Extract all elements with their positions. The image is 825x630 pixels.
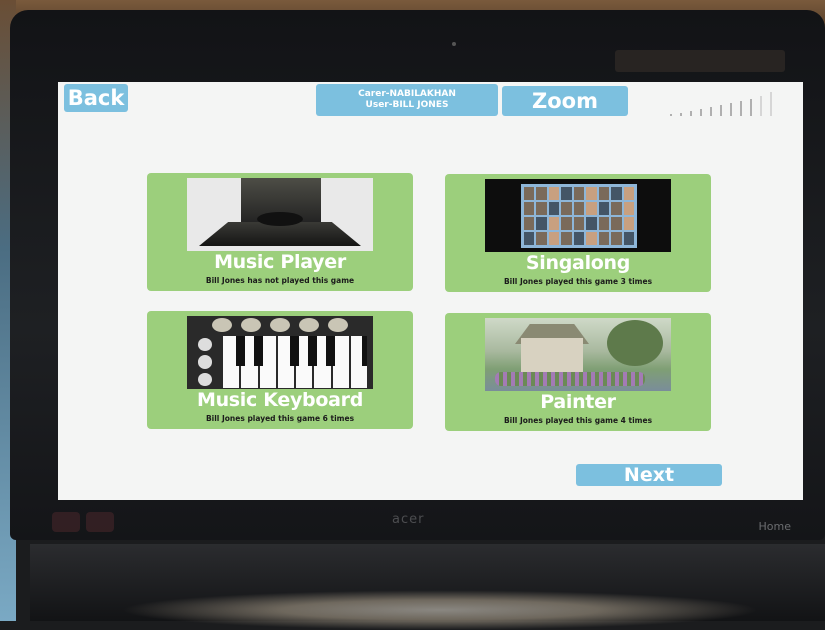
piano-keyboard-image <box>187 316 373 389</box>
game-tile-music-player[interactable]: Music Player Bill Jones has not played t… <box>147 173 413 291</box>
volume-bar <box>770 92 772 116</box>
zoom-button[interactable]: Zoom <box>502 86 628 116</box>
home-hardware-button[interactable]: Home <box>759 520 791 533</box>
volume-bar <box>710 107 712 116</box>
photo-grid-image <box>485 179 671 252</box>
volume-bar <box>680 113 682 116</box>
volume-bar <box>760 96 762 116</box>
black-keys <box>223 336 367 366</box>
volume-bar <box>740 101 742 116</box>
volume-bar <box>730 103 732 116</box>
painting-flowers <box>495 372 645 386</box>
webcam-dot <box>452 42 456 46</box>
game-title: Music Player <box>214 251 346 273</box>
game-tile-singalong[interactable]: Singalong Bill Jones played this game 3 … <box>445 174 711 292</box>
volume-bar <box>750 99 752 116</box>
painting-tree <box>607 320 663 366</box>
painting-cottage <box>521 338 583 374</box>
volume-bar <box>670 114 672 116</box>
badge <box>86 512 114 532</box>
vinyl-disc <box>257 212 303 226</box>
keyboard-knobs <box>187 318 373 334</box>
app-screen: Back Carer-NABILAKHAN User-BILL JONES Zo… <box>58 82 803 500</box>
game-tile-painter[interactable]: Painter Bill Jones played this game 4 ti… <box>445 313 711 431</box>
user-label: User-BILL JONES <box>365 100 449 110</box>
record-player-image <box>187 178 373 251</box>
game-play-status: Bill Jones played this game 4 times <box>503 416 653 425</box>
brand-logo: acer <box>392 512 425 527</box>
volume-bar <box>720 105 722 116</box>
game-play-status: Bill Jones played this game 3 times <box>503 277 653 286</box>
bezel-top-indicator <box>615 50 785 72</box>
game-title: Painter <box>540 391 616 413</box>
game-title: Music Keyboard <box>196 389 364 411</box>
keyboard-side-buttons <box>193 338 217 386</box>
next-button[interactable]: Next <box>576 464 722 486</box>
bezel-badges <box>52 512 122 532</box>
user-info-box: Carer-NABILAKHAN User-BILL JONES <box>316 84 498 116</box>
badge <box>52 512 80 532</box>
game-play-status: Bill Jones played this game 6 times <box>205 414 355 423</box>
volume-bar <box>690 111 692 116</box>
game-play-status: Bill Jones has not played this game <box>205 276 355 285</box>
game-title: Singalong <box>525 252 631 274</box>
cottage-painting-image <box>485 318 671 391</box>
thumbnail-grid <box>521 184 637 248</box>
carer-label: Carer-NABILAKHAN <box>358 89 456 99</box>
game-tile-music-keyboard[interactable]: Music Keyboard Bill Jones played this ga… <box>147 311 413 429</box>
volume-indicator[interactable] <box>670 90 800 116</box>
reflection-glow <box>120 590 760 630</box>
volume-bar <box>700 109 702 116</box>
back-button[interactable]: Back <box>64 84 128 112</box>
